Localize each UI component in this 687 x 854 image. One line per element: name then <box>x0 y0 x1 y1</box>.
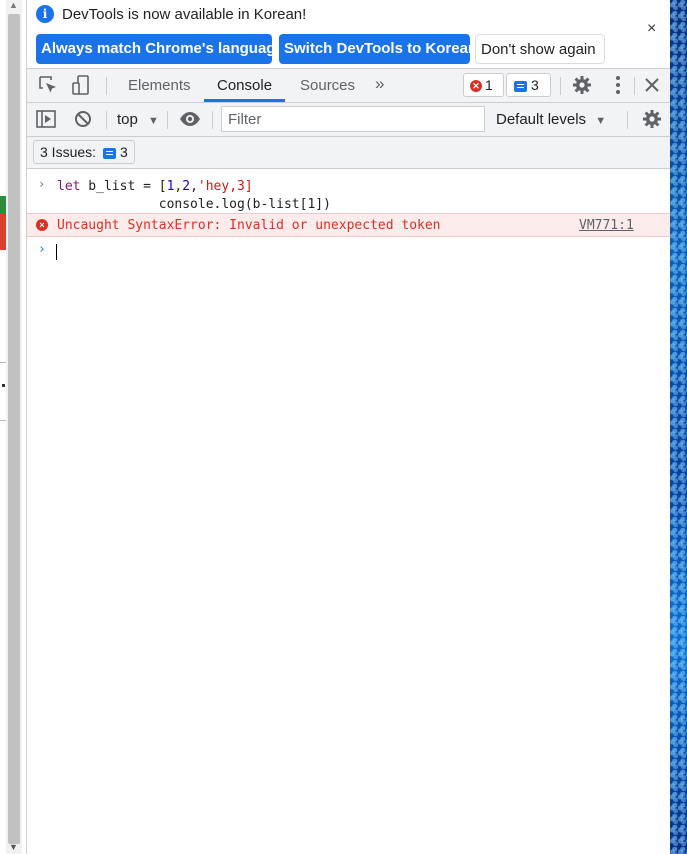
page-scrollbar[interactable]: ▲ ▼ <box>6 0 22 854</box>
sidebar-toggle-icon[interactable] <box>35 108 57 130</box>
devtools-panel: i DevTools is now available in Korean! ×… <box>27 0 670 854</box>
clear-console-icon[interactable] <box>72 108 94 130</box>
issues-count: 3 <box>120 144 128 160</box>
console-input-entry: › let b_list = [1,2,'hey,3] console.log(… <box>27 173 670 214</box>
error-count: 1 <box>485 77 493 93</box>
scroll-down-arrow-icon[interactable]: ▼ <box>9 842 18 852</box>
log-levels-dropdown[interactable]: Default levels ▼ <box>496 111 606 128</box>
close-icon[interactable]: × <box>647 20 656 38</box>
message-counter[interactable]: 3 <box>506 73 551 97</box>
console-output[interactable]: › let b_list = [1,2,'hey,3] console.log(… <box>27 169 670 854</box>
desktop-background <box>670 0 687 854</box>
eye-icon[interactable] <box>179 108 201 130</box>
page-fragment <box>0 362 6 363</box>
message-icon <box>514 80 527 92</box>
error-message: Uncaught SyntaxError: Invalid or unexpec… <box>57 218 441 233</box>
issues-bar: 3 Issues: 3 <box>27 137 670 169</box>
code-line-1: let b_list = [1,2,'hey,3] <box>57 179 253 194</box>
page-fragment <box>2 384 5 387</box>
filter-input[interactable] <box>221 106 485 132</box>
chevron-down-icon: ▼ <box>595 115 607 127</box>
code-line-2: console.log(b-list[1]) <box>57 197 331 212</box>
chevron-down-icon: ▼ <box>148 115 159 127</box>
dont-show-again-button[interactable]: Don't show again <box>475 34 605 64</box>
text-caret <box>56 244 57 260</box>
kebab-menu-icon[interactable] <box>607 74 629 96</box>
error-icon: × <box>36 219 48 231</box>
gear-icon[interactable] <box>641 108 663 130</box>
error-source-link[interactable]: VM771:1 <box>579 218 634 233</box>
tab-elements[interactable]: Elements <box>128 77 191 94</box>
page-fragment <box>0 214 6 250</box>
log-levels-value: Default levels <box>496 111 587 128</box>
infobar-message: DevTools is now available in Korean! <box>62 6 307 23</box>
language-infobar: i DevTools is now available in Korean! ×… <box>27 0 670 69</box>
inspect-element-icon[interactable] <box>37 74 59 96</box>
message-icon <box>103 147 117 159</box>
device-toolbar-icon[interactable] <box>70 74 92 96</box>
context-value: top <box>117 111 138 128</box>
gear-icon[interactable] <box>571 74 593 96</box>
page-fragment <box>0 196 6 214</box>
main-tab-bar: Elements Console Sources » ✕ 1 3 <box>27 69 670 103</box>
prompt-arrow-icon: › <box>38 242 46 257</box>
close-devtools-icon[interactable] <box>641 74 663 96</box>
error-icon: ✕ <box>470 80 482 93</box>
page-fragment <box>0 420 6 421</box>
context-selector[interactable]: top ▼ <box>117 111 159 128</box>
tab-console[interactable]: Console <box>217 77 272 94</box>
error-message-row: × Uncaught SyntaxError: Invalid or unexp… <box>27 213 670 237</box>
message-count: 3 <box>531 77 539 93</box>
chevron-double-right-icon[interactable]: » <box>375 74 384 94</box>
console-prompt[interactable]: › <box>27 239 670 263</box>
issues-label: 3 Issues: <box>40 144 97 160</box>
scrollbar-thumb[interactable] <box>8 14 20 844</box>
switch-korean-button[interactable]: Switch DevTools to Korean <box>279 34 477 64</box>
active-tab-indicator <box>204 99 285 102</box>
tab-sources[interactable]: Sources <box>300 77 355 94</box>
error-counter[interactable]: ✕ 1 <box>463 73 504 97</box>
input-arrow-icon: › <box>38 177 46 191</box>
match-language-button[interactable]: Always match Chrome's language <box>36 34 284 64</box>
browser-page-edge: ▲ ▼ <box>0 0 27 854</box>
scroll-up-arrow-icon[interactable]: ▲ <box>9 0 18 10</box>
console-toolbar: top ▼ Default levels ▼ <box>27 103 670 137</box>
info-icon: i <box>36 5 54 23</box>
issues-button[interactable]: 3 Issues: 3 <box>33 140 135 164</box>
